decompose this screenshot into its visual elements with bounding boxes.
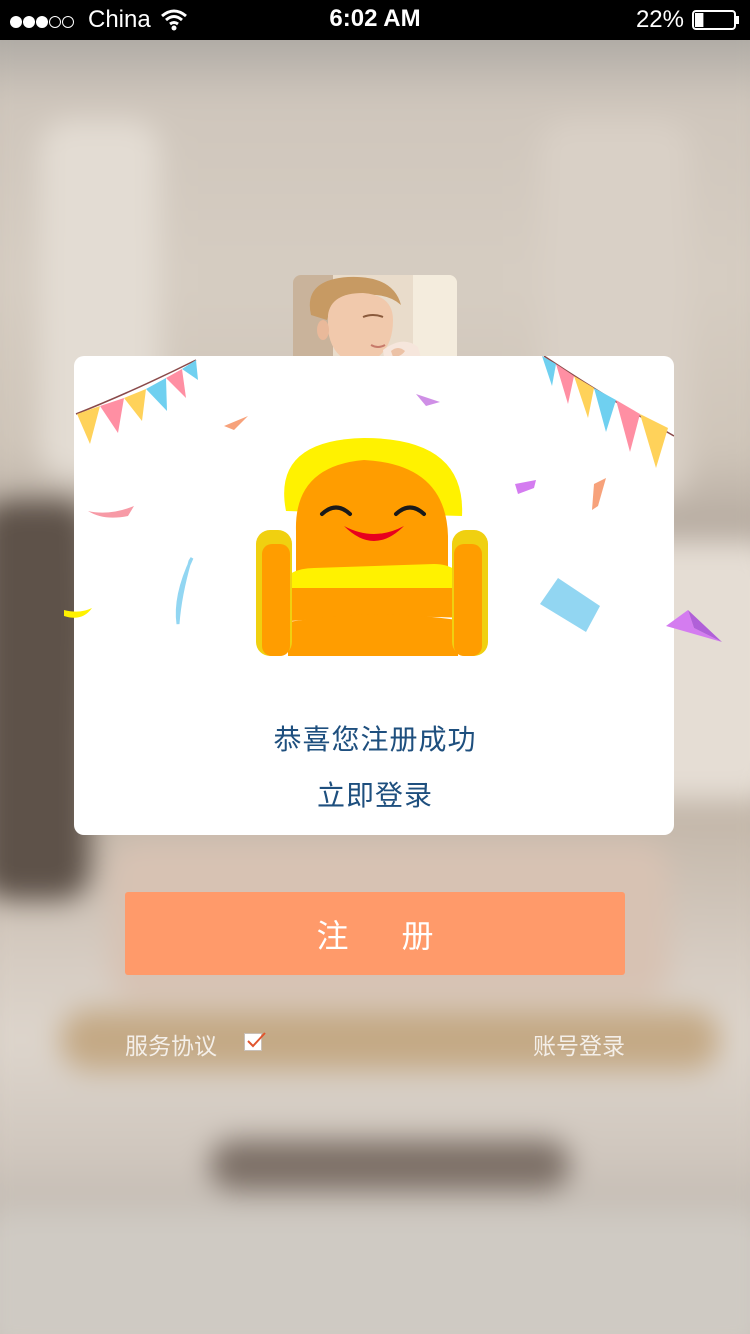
- status-bar: China 6:02 AM 22%: [0, 0, 750, 40]
- success-message: 恭喜您注册成功: [273, 723, 477, 756]
- agreement-checkbox[interactable]: [244, 1032, 266, 1051]
- success-dialog: [74, 356, 674, 835]
- celebration-decoration: [75, 356, 674, 656]
- register-button[interactable]: 注 册: [125, 892, 625, 975]
- register-button-label-second: 册: [401, 916, 434, 955]
- battery-percent: 22%: [635, 6, 684, 33]
- smiling-sofa-icon: [256, 438, 488, 656]
- account-login-link[interactable]: 账号登录: [533, 1027, 625, 1061]
- battery-icon: [692, 10, 739, 30]
- register-button-label-first: 注: [316, 916, 349, 955]
- service-agreement-link[interactable]: 服务协议: [125, 1027, 217, 1061]
- avatar: [293, 275, 457, 365]
- login-now-link[interactable]: 立即登录: [0, 774, 750, 814]
- checkmark-icon: [247, 1032, 266, 1048]
